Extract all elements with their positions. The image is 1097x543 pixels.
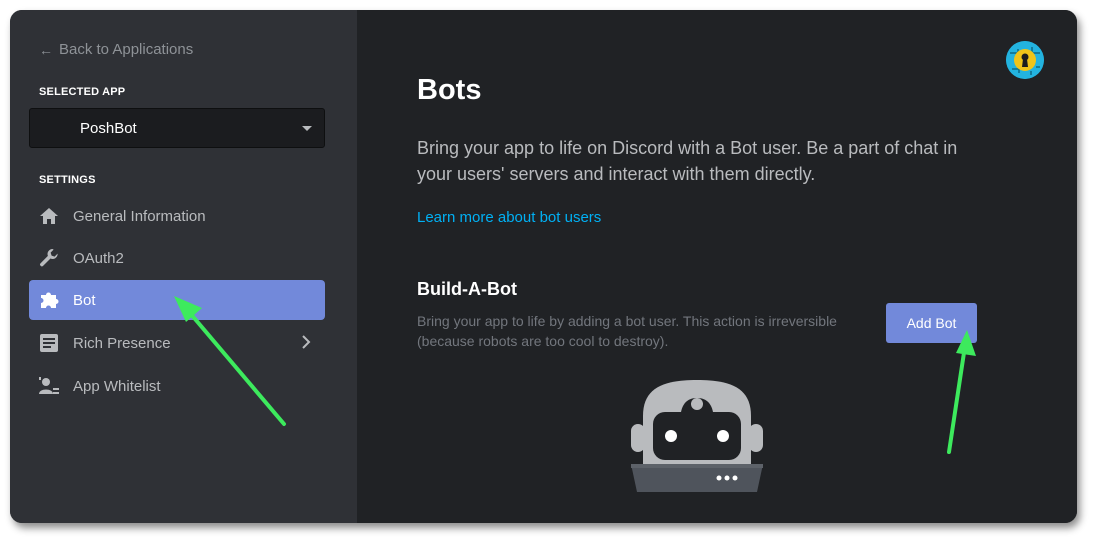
app-window: ← Back to Applications SELECTED APP Posh…	[10, 10, 1077, 523]
build-a-bot-title: Build-A-Bot	[417, 279, 517, 299]
sidebar-item-general-information[interactable]: General Information	[29, 196, 325, 236]
page-title: Bots	[417, 74, 482, 106]
sidebar-item-label: OAuth2	[73, 249, 124, 267]
home-icon	[38, 205, 60, 227]
sidebar-item-label: App Whitelist	[73, 377, 161, 395]
puzzle-icon	[38, 289, 60, 311]
sidebar-item-app-whitelist[interactable]: App Whitelist	[29, 366, 325, 406]
learn-more-link[interactable]: Learn more about bot users	[417, 209, 601, 226]
add-bot-button[interactable]: Add Bot	[886, 303, 977, 343]
settings-heading: SETTINGS	[39, 174, 96, 186]
back-label: Back to Applications	[59, 41, 194, 58]
chevron-right-icon	[301, 335, 311, 353]
app-select-dropdown[interactable]: PoshBot	[29, 108, 325, 148]
sidebar-item-oauth2[interactable]: OAuth2	[29, 238, 325, 278]
back-to-applications-link[interactable]: ← Back to Applications	[39, 41, 193, 58]
sidebar-item-rich-presence[interactable]: Rich Presence	[29, 323, 325, 363]
robot-illustration	[623, 368, 771, 499]
page-description: Bring your app to life on Discord with a…	[417, 138, 958, 184]
arrow-left-icon: ←	[39, 41, 53, 58]
selected-app-heading: SELECTED APP	[39, 86, 126, 98]
sidebar-item-label: Rich Presence	[73, 334, 171, 352]
keyhole-icon	[1006, 41, 1044, 79]
sidebar-item-bot[interactable]: Bot	[29, 280, 325, 320]
main-content: Bots Bring your app to life on Discord w…	[357, 10, 1077, 523]
chevron-down-icon	[302, 125, 312, 131]
wrench-icon	[38, 247, 60, 269]
document-icon	[38, 332, 60, 354]
selected-app-name: PoshBot	[80, 119, 137, 137]
user-list-icon	[38, 375, 60, 397]
sidebar-item-label: Bot	[73, 291, 96, 309]
build-a-bot-description: Bring your app to life by adding a bot u…	[417, 313, 837, 349]
avatar[interactable]	[1006, 41, 1044, 79]
sidebar-item-label: General Information	[73, 207, 206, 225]
sidebar: ← Back to Applications SELECTED APP Posh…	[10, 10, 357, 523]
